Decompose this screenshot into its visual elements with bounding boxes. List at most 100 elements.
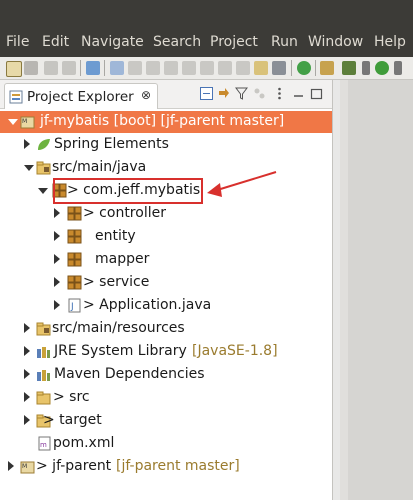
expand-arrow-icon[interactable] [24,369,30,379]
tree-item-label: Spring Elements [54,136,169,152]
menu-search[interactable]: Search [153,34,201,50]
spring-leaf-icon [38,139,50,150]
menu-window[interactable]: Window [308,34,363,50]
maximize-icon[interactable] [310,87,323,100]
tree-item[interactable]: > target [0,410,332,432]
debug-icon[interactable] [342,61,356,75]
tree-item-label: > service [83,274,150,290]
new-java-project-icon[interactable] [320,61,334,75]
tab-project-explorer[interactable]: Project Explorer ⊗ [4,83,158,109]
menu-bar: File Edit Navigate Search Project Run Wi… [0,0,413,57]
menu-project[interactable]: Project [210,34,258,50]
expand-arrow-icon[interactable] [24,323,30,333]
tree-item-label: > jf-parent [36,458,112,474]
focus-icon[interactable] [253,87,266,100]
toolbar-separator [291,60,292,76]
debug-dropdown-icon[interactable] [362,61,370,75]
tree-item[interactable]: src/main/resources [0,318,332,340]
suspend-icon[interactable] [146,61,160,75]
tree-item[interactable]: > controller [0,203,332,225]
editor-area [340,80,413,500]
menu-help[interactable]: Help [374,34,406,50]
svg-text:M: M [22,118,27,125]
expand-arrow-icon[interactable] [54,231,60,241]
expand-arrow-icon[interactable] [8,461,14,471]
view-menu-icon[interactable] [273,87,286,100]
project-explorer-icon [9,90,23,104]
expand-arrow-icon[interactable] [24,346,30,356]
package-icon [67,229,82,244]
step-over-icon[interactable] [218,61,232,75]
minimize-icon[interactable] [292,87,305,100]
menu-file[interactable]: File [6,34,29,50]
tree-item-label: src/main/java [52,159,147,175]
menu-run[interactable]: Run [271,34,298,50]
tree-item[interactable]: Spring Elements [0,134,332,156]
source-folder-icon [36,322,51,336]
xml-file-icon: m [38,436,51,451]
tree-item-label: > target [43,412,102,428]
view-title: Project Explorer [27,89,134,105]
step-return-icon[interactable] [236,61,250,75]
expand-arrow-icon[interactable] [54,254,60,264]
terminate-icon[interactable] [164,61,178,75]
main-toolbar [0,57,413,80]
save-icon[interactable] [44,61,58,75]
tree-item[interactable]: > service [0,272,332,294]
expand-arrow-icon[interactable] [54,208,60,218]
tree-item-decoration: [JavaSE-1.8] [192,343,278,359]
use-step-filters-icon[interactable] [254,61,268,75]
close-icon[interactable]: ⊗ [141,88,151,102]
folder-icon [36,391,51,405]
expand-arrow-icon[interactable] [24,392,30,402]
tree-item-label: entity [95,228,136,244]
run-dropdown-icon[interactable] [394,61,402,75]
dropdown-icon[interactable] [24,61,38,75]
view-header: Project Explorer ⊗ [0,80,332,109]
link-with-editor-icon[interactable] [217,87,230,100]
run-icon[interactable] [375,61,389,75]
expand-arrow-icon[interactable] [54,277,60,287]
toolbar-separator [315,60,316,76]
expand-arrow-icon[interactable] [24,415,30,425]
collapse-arrow-icon[interactable] [38,188,48,194]
menu-navigate[interactable]: Navigate [81,34,144,50]
tree-item[interactable]: Maven Dependencies [0,364,332,386]
collapse-arrow-icon[interactable] [8,119,18,125]
hierarchy-icon[interactable] [272,61,286,75]
tree-item[interactable]: entity [0,226,332,248]
tree-item[interactable]: src/main/java [0,157,332,179]
disconnect-icon[interactable] [182,61,196,75]
tree-item[interactable]: m pom.xml [0,433,332,455]
menu-edit[interactable]: Edit [42,34,69,50]
tree-item-label: > controller [83,205,166,221]
annotation-highlight-box [53,178,203,204]
save-all-icon[interactable] [62,61,76,75]
tree-item-label: src/main/resources [52,320,185,336]
tree-item[interactable]: Mjf-mybatis [boot] [jf-parent master] [0,111,332,133]
step-into-icon[interactable] [200,61,214,75]
collapse-all-icon[interactable] [200,87,213,100]
skip-breakpoints-icon[interactable] [110,61,124,75]
collapse-arrow-icon[interactable] [24,165,34,171]
spring-boot-icon[interactable] [297,61,311,75]
tree-item-label: > Application.java [83,297,212,313]
tree-item-label: JRE System Library [54,343,187,359]
resume-icon[interactable] [128,61,142,75]
tree-item[interactable]: J > Application.java [0,295,332,317]
tree-item[interactable]: M > jf-parent [jf-parent master] [0,456,332,478]
tree-item[interactable]: > src [0,387,332,409]
expand-arrow-icon[interactable] [54,300,60,310]
svg-text:m: m [40,441,47,449]
console-icon[interactable] [86,61,100,75]
expand-arrow-icon[interactable] [24,139,30,149]
filter-icon[interactable] [235,87,248,100]
tree-item[interactable]: mapper [0,249,332,271]
library-icon [37,370,50,381]
tree-item-label: jf-mybatis [boot] [jf-parent master] [40,113,285,129]
source-folder-icon [36,161,51,175]
package-icon [67,275,82,290]
tree-item[interactable]: JRE System Library [JavaSE-1.8] [0,341,332,363]
new-icon[interactable] [6,61,22,77]
package-icon [67,206,82,221]
